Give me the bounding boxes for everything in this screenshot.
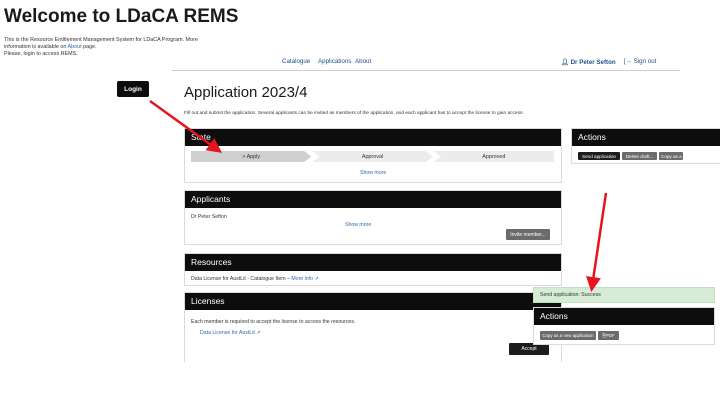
annotation-arrows xyxy=(149,99,608,292)
arrow-to-apply-step xyxy=(149,99,223,153)
arrow-to-success-toast xyxy=(586,192,608,292)
